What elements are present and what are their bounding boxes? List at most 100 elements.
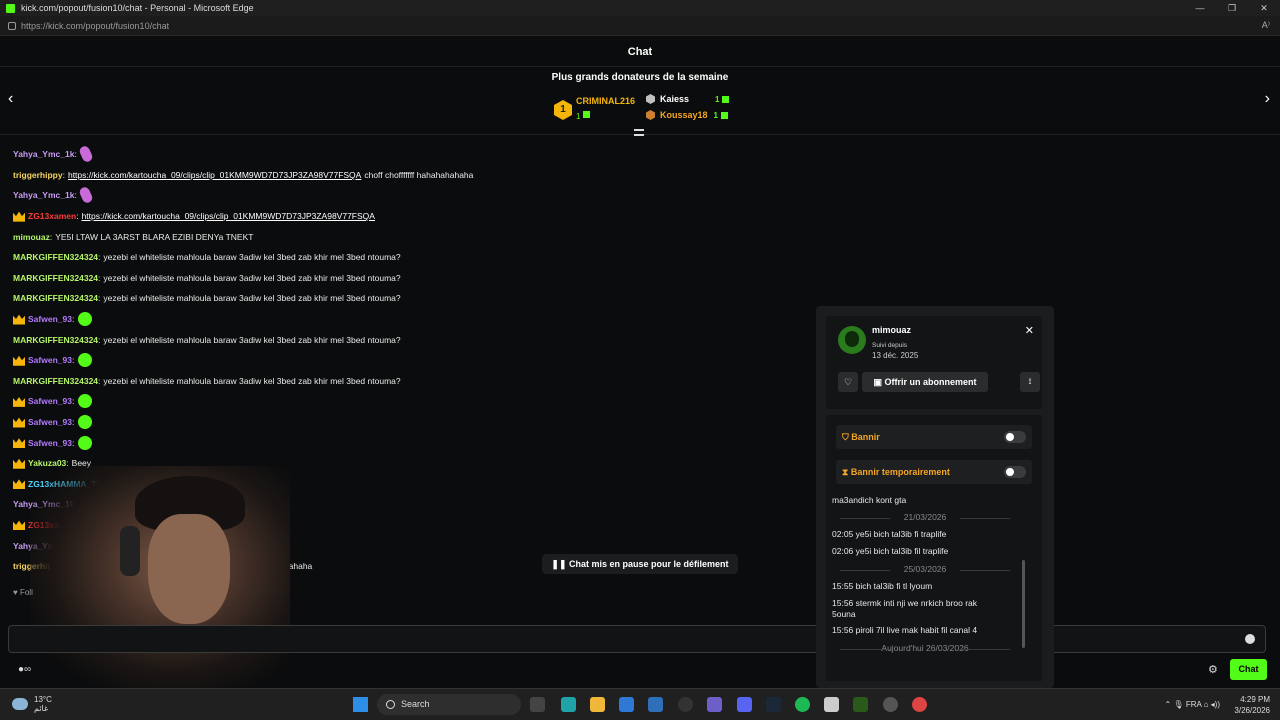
user-card-since-date: 13 déc. 2025 [872, 351, 919, 360]
chat-message: triggerhippy: https://kick.com/kartoucha_… [13, 165, 813, 186]
restore-button[interactable]: ❐ [1216, 0, 1248, 16]
gift-sub-button[interactable]: ▣ Offrir un abonnement [862, 372, 988, 392]
url-text[interactable]: https://kick.com/popout/fusion10/chat [21, 21, 169, 31]
window-title: kick.com/popout/fusion10/chat - Personal… [21, 3, 254, 13]
message-colon: : [71, 355, 75, 366]
spotify-icon[interactable] [795, 697, 810, 712]
donor-third[interactable]: Koussay18 1 [646, 110, 728, 120]
clock[interactable]: 4:29 PM 3/26/2026 [1234, 694, 1270, 716]
filter-icon[interactable] [634, 129, 644, 136]
ban-toggle[interactable] [1004, 431, 1026, 443]
chat-paused-banner[interactable]: ❚❚ Chat mis en pause pour le défilement [542, 554, 738, 574]
emote-icon[interactable] [78, 394, 93, 409]
crown-badge-icon [13, 211, 25, 222]
emote-icon[interactable] [77, 186, 94, 205]
chat-message: MARKGIFFEN324324: yezebi el whiteliste ma… [13, 268, 813, 289]
chat-input[interactable] [8, 625, 1266, 653]
taskbar-search[interactable]: Search [377, 694, 521, 715]
message-username[interactable]: MARKGIFFEN324324 [13, 271, 98, 285]
message-username[interactable]: MARKGIFFEN324324 [13, 250, 98, 264]
store-icon[interactable] [648, 697, 663, 712]
message-username[interactable]: ZG13xamen [28, 209, 76, 223]
time: 4:29 PM [1240, 695, 1270, 704]
system-tray[interactable]: ⌃ 🎙 FRA ⌂ ◂)) [1165, 700, 1221, 709]
ban-row[interactable]: ⛉ Bannir [836, 425, 1032, 449]
message-username[interactable]: Safwen_93 [28, 312, 72, 326]
mail-icon[interactable] [619, 697, 634, 712]
file-explorer-icon[interactable] [590, 697, 605, 712]
weather-widget[interactable]: 13°C غائم [12, 695, 52, 713]
prev-arrow-icon[interactable]: ‹ [8, 90, 13, 108]
crown-badge-icon [13, 458, 25, 469]
chat-message: Safwen_93: [13, 309, 813, 330]
donor-first-count: 1 [576, 112, 581, 121]
discord-icon[interactable] [737, 697, 752, 712]
message-colon: : [74, 149, 77, 160]
app-icon[interactable] [824, 697, 839, 712]
chat-message: MARKGIFFEN324324: yezebi el whiteliste ma… [13, 371, 813, 392]
next-arrow-icon[interactable]: › [1265, 90, 1270, 108]
address-bar[interactable]: https://kick.com/popout/fusion10/chat A⁾ [0, 16, 1280, 36]
chrome-icon[interactable] [912, 697, 927, 712]
emote-icon[interactable] [78, 353, 93, 368]
edge-icon[interactable] [561, 697, 576, 712]
send-chat-button[interactable]: Chat [1230, 659, 1267, 680]
lock-icon [8, 21, 16, 30]
message-colon: : [49, 231, 53, 242]
emote-icon[interactable] [77, 144, 94, 164]
webcam-face [148, 514, 230, 624]
bottom-left-icons[interactable]: ●∞ [18, 664, 31, 675]
message-username[interactable]: MARKGIFFEN324324 [13, 291, 98, 305]
user-card-profile: mimouaz Suivi depuis 13 déc. 2025 ✕ ♡ ▣ … [826, 316, 1042, 409]
windows-taskbar: 13°C غائم Search ⌃ 🎙 FRA ⌂ ◂)) 4:29 PM 3… [0, 688, 1280, 720]
message-username[interactable]: Safwen_93 [28, 415, 72, 429]
task-view-icon[interactable] [530, 697, 545, 712]
emote-icon[interactable] [78, 312, 93, 327]
timeout-toggle[interactable] [1004, 466, 1026, 478]
follow-heart-button[interactable]: ♡ [838, 372, 858, 392]
message-username[interactable]: mimouaz [13, 230, 50, 244]
timeout-row[interactable]: ⧗ Bannir temporairement [836, 460, 1032, 484]
read-aloud-icon[interactable]: A⁾ [1262, 20, 1270, 31]
donor-second[interactable]: Kaiess 1 [646, 94, 730, 104]
message-username[interactable]: Safwen_93 [28, 353, 72, 367]
message-link[interactable]: https://kick.com/kartoucha_09/clips/clip… [82, 209, 375, 223]
message-text: yezebi el whiteliste mahloula baraw 3adi… [103, 252, 401, 263]
steam-icon[interactable] [766, 697, 781, 712]
kick-logo-icon [6, 3, 15, 13]
message-username[interactable]: Safwen_93 [28, 436, 72, 450]
user-card-username[interactable]: mimouaz [872, 325, 911, 335]
message-link[interactable]: https://kick.com/kartoucha_09/clips/clip… [68, 168, 361, 182]
terminal-icon[interactable] [853, 697, 868, 712]
message-username[interactable]: Yahya_Ymc_1k [13, 188, 74, 202]
windows-start-icon[interactable] [353, 697, 368, 712]
chat-message: MARKGIFFEN324324: yezebi el whiteliste ma… [13, 329, 813, 350]
crown-badge-icon [13, 479, 25, 490]
obs-icon[interactable] [678, 697, 693, 712]
close-window-button[interactable]: ✕ [1248, 0, 1280, 16]
close-icon[interactable]: ✕ [1025, 324, 1034, 337]
message-colon: : [98, 252, 101, 263]
settings-gear-icon[interactable]: ⚙ [1208, 663, 1218, 676]
message-username[interactable]: MARKGIFFEN324324 [13, 333, 98, 347]
message-username[interactable]: triggerhippy [13, 168, 63, 182]
history-date-separator: 25/03/2026 [832, 564, 1018, 574]
message-colon: : [74, 190, 77, 201]
emote-icon[interactable] [78, 435, 93, 450]
pin-icon[interactable]: ⟟ [1020, 372, 1040, 392]
minimize-button[interactable]: — [1184, 0, 1216, 16]
history-scrollbar[interactable] [1022, 560, 1025, 648]
emote-icon[interactable] [78, 415, 93, 430]
donor-third-count: 1 [713, 110, 718, 120]
teams-icon[interactable] [707, 697, 722, 712]
emoji-icon[interactable] [1245, 634, 1255, 644]
avatar[interactable] [838, 326, 866, 354]
message-username[interactable]: Yahya_Ymc_1k [13, 147, 74, 161]
message-username[interactable]: Safwen_93 [28, 394, 72, 408]
donor-first[interactable]: 1 CRIMINAL216 1 [554, 96, 635, 124]
cloud-icon [12, 698, 28, 710]
github-icon[interactable] [883, 697, 898, 712]
message-username[interactable]: MARKGIFFEN324324 [13, 374, 98, 388]
gift-icon: ▣ [873, 377, 885, 387]
history-message: 5ouna [832, 609, 856, 619]
